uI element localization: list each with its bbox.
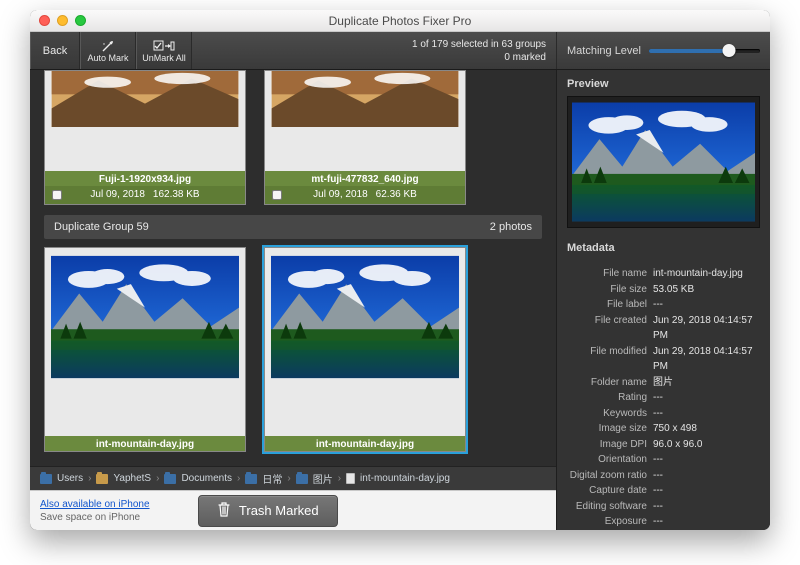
group-header[interactable]: Duplicate Group 59 2 photos — [44, 215, 542, 239]
crumb[interactable]: 图片 — [313, 471, 333, 486]
sidebar: Preview Metadata File nameint-mountain-d… — [556, 70, 770, 530]
crumb[interactable]: int-mountain-day.jpg — [360, 473, 450, 484]
titlebar[interactable]: Duplicate Photos Fixer Pro — [30, 10, 770, 32]
meta-row: Capture date--- — [567, 483, 760, 499]
crumb[interactable]: Documents — [181, 473, 232, 484]
meta-row: Keywords--- — [567, 406, 760, 422]
preview-title: Preview — [567, 78, 760, 90]
auto-mark-button[interactable]: Auto Mark — [80, 32, 136, 69]
toolbar: Back Auto Mark UnMark All 1 of 179 selec… — [30, 32, 770, 70]
trash-label: Trash Marked — [239, 503, 319, 518]
folder-icon — [245, 474, 257, 484]
home-icon — [96, 474, 108, 484]
card-filename: int-mountain-day.jpg — [265, 436, 465, 451]
matching-level-label: Matching Level — [567, 45, 641, 57]
close-icon[interactable] — [39, 15, 50, 26]
crumb[interactable]: YaphetS — [113, 473, 151, 484]
metadata-list: File nameint-mountain-day.jpg File size5… — [557, 262, 770, 530]
trash-icon — [217, 502, 231, 520]
folder-icon — [164, 474, 176, 484]
card-filename: Fuji-1-1920x934.jpg — [45, 171, 245, 186]
crumb[interactable]: 日常 — [262, 471, 282, 486]
stats-line2: 0 marked — [412, 51, 546, 64]
metadata-title: Metadata — [567, 242, 760, 254]
meta-row: Image DPI96.0 x 96.0 — [567, 437, 760, 453]
results-scroll[interactable]: Fuji-1-1920x934.jpg Jul 09, 2018 162.38 … — [30, 70, 556, 466]
meta-row: Editing software--- — [567, 499, 760, 515]
selection-stats: 1 of 179 selected in 63 groups 0 marked — [412, 38, 546, 64]
unmark-all-button[interactable]: UnMark All — [136, 32, 192, 69]
photo-card[interactable]: mt-fuji-477832_640.jpg Jul 09, 2018 62.3… — [264, 70, 466, 205]
meta-row: Image size750 x 498 — [567, 421, 760, 437]
minimize-icon[interactable] — [57, 15, 68, 26]
unmark-all-label: UnMark All — [142, 53, 186, 63]
iphone-sub: Save space on iPhone — [40, 512, 140, 523]
meta-row: File modifiedJun 29, 2018 04:14:57 PM — [567, 344, 760, 375]
meta-row: File createdJun 29, 2018 04:14:57 PM — [567, 313, 760, 344]
meta-row: File nameint-mountain-day.jpg — [567, 266, 760, 282]
photo-card[interactable]: int-mountain-day.jpg — [44, 247, 246, 452]
meta-row: Exposure--- — [567, 514, 760, 530]
window-title: Duplicate Photos Fixer Pro — [30, 14, 770, 28]
group-count: 2 photos — [490, 221, 532, 233]
photo-card[interactable]: Fuji-1-1920x934.jpg Jul 09, 2018 162.38 … — [44, 70, 246, 205]
trash-marked-button[interactable]: Trash Marked — [198, 495, 338, 527]
footer: Also available on iPhone Save space on i… — [30, 490, 556, 530]
card-size: 62.36 KB — [376, 189, 417, 200]
breadcrumb[interactable]: Users› YaphetS› Documents› 日常› 图片› int-m… — [30, 466, 556, 490]
back-label: Back — [43, 45, 67, 57]
window: Duplicate Photos Fixer Pro Back Auto Mar… — [30, 10, 770, 530]
card-filename: mt-fuji-477832_640.jpg — [265, 171, 465, 186]
photo-card-selected[interactable]: int-mountain-day.jpg — [264, 247, 466, 452]
wand-icon — [101, 39, 115, 53]
meta-row: File label--- — [567, 297, 760, 313]
mark-checkbox[interactable] — [52, 190, 62, 200]
card-size: 162.38 KB — [153, 189, 200, 200]
crumb[interactable]: Users — [57, 473, 83, 484]
slider-knob[interactable] — [722, 44, 735, 57]
maximize-icon[interactable] — [75, 15, 86, 26]
unmark-icon — [153, 39, 175, 53]
back-button[interactable]: Back — [30, 32, 80, 69]
card-date: Jul 09, 2018 — [313, 189, 368, 200]
preview-image — [567, 96, 760, 228]
meta-row: Orientation--- — [567, 452, 760, 468]
folder-icon — [296, 474, 308, 484]
card-filename: int-mountain-day.jpg — [45, 436, 245, 451]
meta-row: File size53.05 KB — [567, 282, 760, 298]
stats-line1: 1 of 179 selected in 63 groups — [412, 38, 546, 51]
group-title: Duplicate Group 59 — [54, 221, 149, 233]
file-icon — [346, 473, 355, 484]
folder-icon — [40, 474, 52, 484]
card-date: Jul 09, 2018 — [90, 189, 145, 200]
mark-checkbox[interactable] — [272, 190, 282, 200]
meta-row: Rating--- — [567, 390, 760, 406]
meta-row: Digital zoom ratio--- — [567, 468, 760, 484]
matching-level-slider[interactable] — [649, 49, 760, 53]
meta-row: Folder name图片 — [567, 375, 760, 391]
auto-mark-label: Auto Mark — [87, 53, 128, 63]
iphone-link[interactable]: Also available on iPhone — [40, 499, 150, 510]
